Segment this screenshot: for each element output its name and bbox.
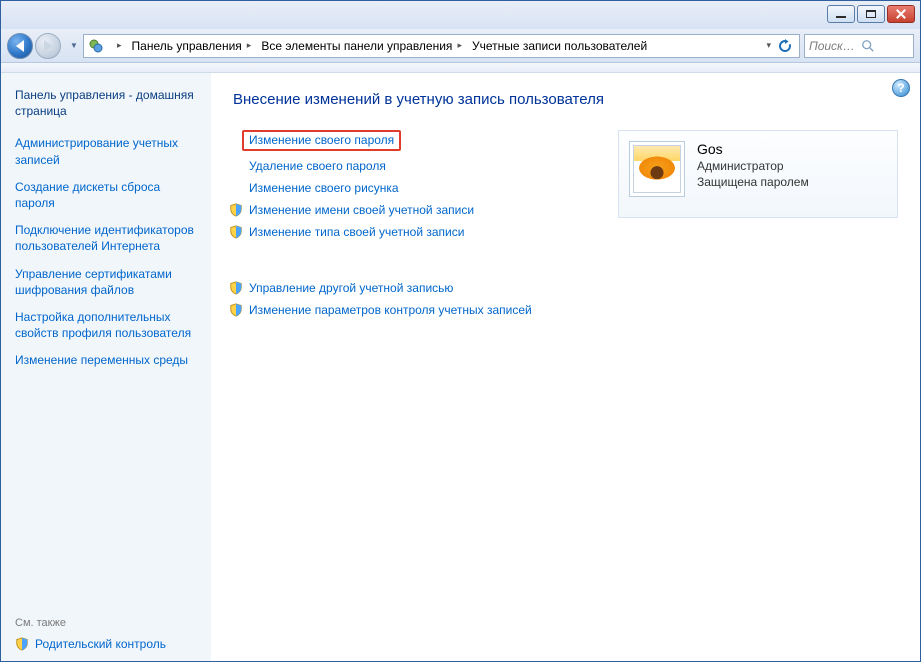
- breadcrumb-user-accounts[interactable]: Учетные записи пользователей: [468, 35, 653, 57]
- title-bar: [1, 1, 920, 29]
- sidebar-link-online-ids[interactable]: Подключение идентификаторов пользователе…: [15, 222, 201, 254]
- account-role: Администратор: [697, 158, 809, 174]
- breadcrumb-all-items[interactable]: Все элементы панели управления▸: [257, 35, 468, 57]
- shield-icon: [229, 303, 243, 317]
- actions-list: Изменение своего пароля Удаление своего …: [233, 130, 532, 325]
- control-panel-home-link[interactable]: Панель управления - домашняя страница: [15, 87, 201, 119]
- shield-icon: [229, 203, 243, 217]
- maximize-button[interactable]: [857, 5, 885, 23]
- sidebar-link-certificates[interactable]: Управление сертификатами шифрования файл…: [15, 266, 201, 298]
- user-accounts-icon: [88, 38, 104, 54]
- close-button[interactable]: [887, 5, 915, 23]
- breadcrumb-sep[interactable]: ▸: [108, 35, 128, 57]
- page-title: Внесение изменений в учетную запись поль…: [233, 91, 898, 108]
- minimize-button[interactable]: [827, 5, 855, 23]
- sidebar-footer-parental[interactable]: Родительский контроль: [15, 637, 201, 651]
- account-protection: Защищена паролем: [697, 174, 809, 190]
- sidebar-link-profile-props[interactable]: Настройка дополнительных свойств профиля…: [15, 309, 201, 341]
- forward-button[interactable]: [35, 33, 61, 59]
- link-change-name[interactable]: Изменение имени своей учетной записи: [249, 203, 474, 217]
- search-input[interactable]: Поиск в па...: [804, 34, 914, 58]
- back-button[interactable]: [7, 33, 33, 59]
- link-change-type[interactable]: Изменение типа своей учетной записи: [249, 225, 464, 239]
- link-manage-other[interactable]: Управление другой учетной записью: [249, 281, 453, 295]
- link-change-password[interactable]: Изменение своего пароля: [249, 133, 394, 147]
- toolbar-strip: [1, 63, 920, 73]
- navigation-row: ▼ ▸ Панель управления▸ Все элементы пане…: [1, 29, 920, 63]
- sidebar: Панель управления - домашняя страница Ад…: [1, 73, 211, 661]
- help-button[interactable]: ?: [892, 79, 910, 97]
- address-dropdown-icon[interactable]: ▾: [766, 40, 771, 51]
- shield-icon: [229, 225, 243, 239]
- refresh-button[interactable]: [777, 38, 793, 54]
- search-placeholder: Поиск в па...: [809, 39, 857, 53]
- sidebar-footer-label: Родительский контроль: [35, 637, 166, 651]
- account-text: Gos Администратор Защищена паролем: [697, 141, 809, 207]
- link-change-picture[interactable]: Изменение своего рисунка: [249, 181, 399, 195]
- breadcrumb-control-panel[interactable]: Панель управления▸: [128, 35, 258, 57]
- address-bar[interactable]: ▸ Панель управления▸ Все элементы панели…: [83, 34, 800, 58]
- account-name: Gos: [697, 141, 809, 158]
- sidebar-link-env-vars[interactable]: Изменение переменных среды: [15, 352, 201, 368]
- search-icon: [861, 39, 909, 53]
- control-panel-window: ▼ ▸ Панель управления▸ Все элементы пане…: [0, 0, 921, 662]
- main-content: ? Внесение изменений в учетную запись по…: [211, 73, 920, 661]
- content-body: Панель управления - домашняя страница Ад…: [1, 73, 920, 661]
- shield-icon: [15, 637, 29, 651]
- shield-icon: [229, 281, 243, 295]
- link-uac-settings[interactable]: Изменение параметров контроля учетных за…: [249, 303, 532, 317]
- account-card: Gos Администратор Защищена паролем: [618, 130, 898, 218]
- avatar: [629, 141, 685, 197]
- link-remove-password[interactable]: Удаление своего пароля: [249, 159, 386, 173]
- sidebar-link-admin-accounts[interactable]: Администрирование учетных записей: [15, 135, 201, 167]
- sidebar-link-reset-disk[interactable]: Создание дискеты сброса пароля: [15, 179, 201, 211]
- see-also-label: См. также: [15, 617, 201, 629]
- nav-history-dropdown[interactable]: ▼: [69, 34, 79, 58]
